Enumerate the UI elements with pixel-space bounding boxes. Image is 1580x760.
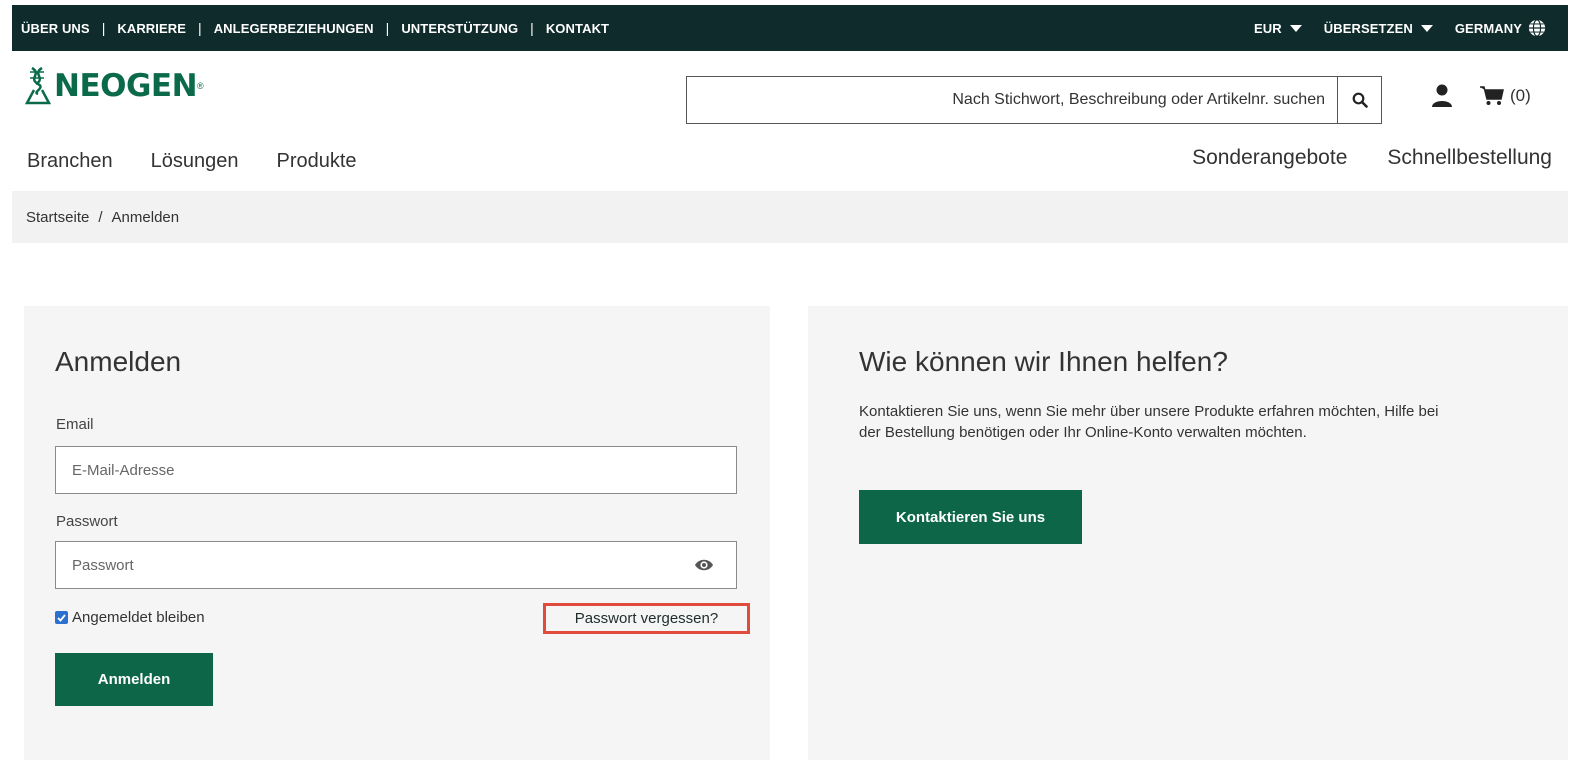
separator: |	[530, 20, 534, 36]
forgot-password-link[interactable]: Passwort vergessen?	[543, 603, 750, 634]
secondary-nav: Sonderangebote Schnellbestellung	[1152, 146, 1552, 170]
utility-selectors: EUR ÜBERSETZEN GERMANY	[1232, 19, 1546, 37]
translate-selector[interactable]: ÜBERSETZEN	[1324, 21, 1433, 36]
password-field[interactable]	[56, 542, 694, 588]
search-icon	[1352, 92, 1368, 108]
cart-button[interactable]: (0)	[1480, 86, 1531, 106]
help-panel: Wie können wir Ihnen helfen? Kontaktiere…	[808, 306, 1568, 760]
nav-item-industries[interactable]: Branchen	[27, 150, 113, 173]
search-bar	[686, 76, 1382, 124]
breadcrumb-home[interactable]: Startseite	[26, 209, 89, 226]
remember-me[interactable]: Angemeldet bleiben	[55, 609, 205, 626]
breadcrumb-current: Anmelden	[111, 208, 180, 226]
top-utility-bar: ÜBER UNS | KARRIERE | ANLEGERBEZIEHUNGEN…	[12, 5, 1568, 51]
link-contact[interactable]: KONTAKT	[546, 21, 609, 36]
link-investor-relations[interactable]: ANLEGERBEZIEHUNGEN	[214, 21, 374, 36]
main-nav: Branchen Lösungen Produkte	[27, 150, 395, 173]
logo-trademark: ®	[197, 81, 204, 91]
dna-flask-icon	[24, 66, 52, 105]
chevron-down-icon	[1420, 24, 1433, 32]
region-selector[interactable]: GERMANY	[1455, 19, 1546, 37]
separator: |	[198, 20, 202, 36]
nav-item-special-offers[interactable]: Sonderangebote	[1192, 146, 1347, 170]
search-input[interactable]	[687, 77, 1337, 123]
cart-count: (0)	[1510, 86, 1531, 105]
separator: |	[101, 20, 106, 36]
login-panel: Anmelden Email Passwort Angemeldet bleib…	[24, 306, 770, 760]
email-label: Email	[56, 416, 94, 433]
contact-us-button[interactable]: Kontaktieren Sie uns	[859, 490, 1082, 544]
remember-me-checkbox[interactable]	[55, 611, 68, 624]
neogen-logo[interactable]: NEOGEN ®	[24, 66, 204, 106]
user-account-icon[interactable]	[1431, 84, 1453, 108]
separator: |	[385, 20, 390, 36]
checkmark-icon	[57, 613, 66, 622]
region-label: GERMANY	[1454, 20, 1522, 36]
currency-selector[interactable]: EUR	[1254, 21, 1302, 36]
password-label: Passwort	[56, 513, 118, 530]
translate-label: ÜBERSETZEN	[1323, 20, 1413, 36]
login-title: Anmelden	[55, 346, 182, 377]
help-text: Kontaktieren Sie uns, wenn Sie mehr über…	[859, 403, 1439, 441]
cart-icon	[1480, 86, 1504, 105]
currency-label: EUR	[1253, 20, 1282, 36]
email-field-wrapper	[55, 446, 737, 494]
nav-item-products[interactable]: Produkte	[277, 150, 357, 173]
globe-icon	[1528, 19, 1546, 37]
link-careers[interactable]: KARRIERE	[117, 21, 186, 36]
nav-item-quick-order[interactable]: Schnellbestellung	[1387, 146, 1552, 170]
breadcrumb: Startseite / Anmelden	[12, 191, 1568, 243]
email-field[interactable]	[56, 447, 736, 493]
chevron-down-icon	[1289, 24, 1302, 32]
breadcrumb-separator: /	[98, 208, 103, 226]
link-support[interactable]: UNTERSTÜTZUNG	[401, 21, 518, 36]
show-password-icon[interactable]	[694, 558, 714, 572]
password-field-wrapper	[55, 541, 737, 589]
login-button[interactable]: Anmelden	[55, 653, 213, 706]
logo-text: NEOGEN	[54, 68, 198, 104]
search-button[interactable]	[1337, 77, 1381, 123]
utility-links: ÜBER UNS | KARRIERE | ANLEGERBEZIEHUNGEN…	[21, 20, 609, 36]
nav-item-solutions[interactable]: Lösungen	[151, 150, 239, 173]
link-about-us[interactable]: ÜBER UNS	[21, 21, 90, 36]
help-title: Wie können wir Ihnen helfen?	[859, 346, 1228, 377]
remember-me-label: Angemeldet bleiben	[72, 609, 205, 626]
